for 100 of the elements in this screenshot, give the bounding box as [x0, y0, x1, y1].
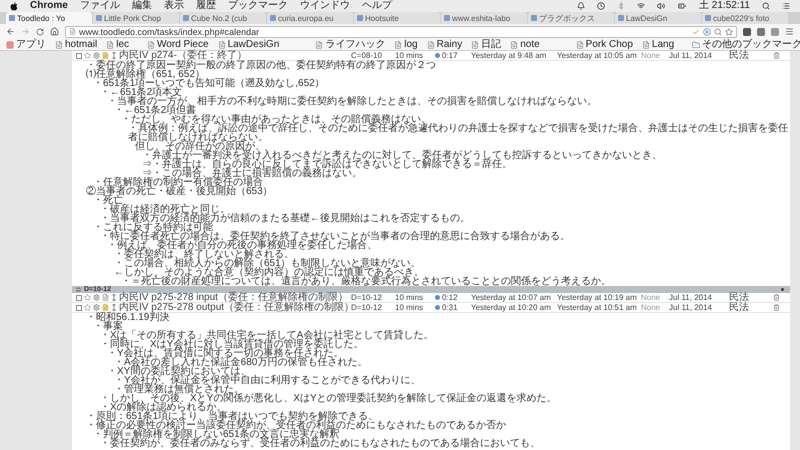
start-time-cell-text: Yesterday at 10:07 am — [471, 292, 552, 302]
trash-icon[interactable] — [773, 52, 780, 59]
note-icon[interactable] — [102, 294, 109, 301]
bookmark-link[interactable]: note — [510, 38, 540, 50]
menu-item[interactable]: ブックマーク — [228, 0, 288, 12]
checkbox[interactable] — [76, 52, 82, 58]
menu-item[interactable]: 編集 — [132, 0, 152, 12]
bookmark-link[interactable]: ライフハック — [315, 38, 386, 50]
favicon-icon — [531, 15, 537, 21]
tab-title: cube0229's foto — [713, 12, 770, 24]
collapse-icon[interactable] — [76, 287, 81, 292]
note-line: ・この場合、相続人からの解除（651）も制限しないと意味がない。 — [114, 259, 421, 268]
clock-icon[interactable] — [597, 2, 606, 10]
menu-item[interactable]: ウインドウ — [300, 0, 350, 12]
menu-clock[interactable]: 土 21:52:11 — [699, 0, 750, 12]
other-bookmarks[interactable]: その他のブックマーク — [692, 38, 800, 50]
menu-icon[interactable] — [785, 27, 794, 36]
bookmark-link[interactable]: Word Piece — [147, 38, 209, 50]
browser-tab[interactable]: Little Pork Chop — [93, 12, 179, 24]
trash-icon[interactable] — [773, 294, 780, 301]
bookmark-link[interactable]: lec — [106, 38, 130, 50]
browser-tab[interactable]: Cube No.2 (cub — [180, 12, 266, 24]
menu-item[interactable]: ファイル — [80, 0, 120, 12]
checkbox[interactable] — [76, 294, 82, 300]
home-button[interactable] — [50, 27, 59, 36]
gear-icon[interactable] — [93, 294, 100, 301]
note-line: ・特に委任者死亡の場合は、委任契約を終了させないことが当事者の合理的意思に合致する場合がある。 — [100, 232, 570, 241]
reload-button[interactable] — [36, 28, 44, 36]
star-icon[interactable] — [84, 304, 91, 311]
gear-icon[interactable] — [93, 52, 100, 59]
app-menu[interactable]: Chrome — [30, 0, 68, 12]
browser-tab[interactable]: LawDesiGn — [615, 12, 701, 24]
star-icon[interactable] — [84, 294, 91, 301]
note-line: ・事案 — [93, 322, 123, 331]
tag-cell-text: 民法 — [729, 302, 750, 312]
search-icon[interactable] — [762, 2, 770, 10]
apps-bookmark[interactable]: アプリ — [6, 37, 46, 52]
note-line: ・昭和56.1.19判決 — [86, 313, 170, 322]
back-button[interactable] — [6, 27, 15, 36]
wifi-icon[interactable] — [637, 2, 646, 10]
bookmark-link[interactable]: Rainy — [426, 38, 462, 50]
note-line: ・同時に、XはY会社に対し当該賃貸借の管理を委託した。 — [100, 340, 364, 349]
checkbox[interactable] — [76, 304, 82, 310]
task-title[interactable]: 内民IV p274-（委任：終了） — [119, 50, 351, 60]
task-title[interactable]: 内民IV p275-278 input（委任：任意解除権の制限） — [119, 292, 351, 302]
context-cell-text: D=10-12 — [351, 292, 383, 302]
page-icon — [218, 40, 226, 48]
note-line: ・A会社の差し入れた保証金680万円の保管も任された。 — [114, 358, 368, 367]
due-date-cell-text: Jul 11, 2014 — [669, 302, 713, 312]
bookmark-link[interactable]: Lang — [642, 38, 674, 50]
gear-icon[interactable] — [93, 304, 100, 311]
length-cell-text: 10 mins — [395, 302, 424, 312]
length-cell-text: 10 mins — [395, 50, 424, 60]
bluetooth-icon[interactable] — [617, 2, 626, 10]
browser-tab[interactable]: curia.europa.eu — [267, 12, 353, 24]
browser-tab[interactable]: Hootsuite — [354, 12, 440, 24]
drag-handle-icon[interactable] — [112, 52, 116, 59]
apple-logo-icon[interactable] — [10, 2, 18, 10]
browser-tab[interactable]: www.eshita-labo — [441, 12, 527, 24]
page-icon — [147, 40, 156, 48]
page-icon — [69, 28, 76, 35]
note-icon[interactable] — [102, 304, 109, 311]
bookmark-link[interactable]: Pork Chop — [576, 38, 633, 50]
tag-cell-text: 民法 — [729, 292, 750, 302]
length-cell-text: 10 mins — [395, 292, 424, 302]
star-icon[interactable] — [725, 28, 733, 36]
tab-title: curia.europa.eu — [278, 12, 334, 24]
bookmark-link[interactable]: 日記 — [471, 38, 502, 50]
note-icon[interactable] — [102, 52, 109, 59]
bookmark-link[interactable]: LawDesiGn — [218, 38, 280, 50]
favicon-icon — [357, 15, 363, 21]
drag-handle-icon[interactable] — [112, 304, 116, 311]
context-cell-text: D=10-12 — [351, 302, 383, 312]
note-line: ・修正の必要性の検討ー当該委任契約が、受任者の利益のためにもなされたものであるか否か — [86, 421, 506, 430]
timer-icon[interactable] — [435, 53, 440, 58]
bookmark-link[interactable]: log — [394, 38, 418, 50]
address-field[interactable]: www.toodledo.com/tasks/index.php#calendar — [65, 26, 737, 38]
play-icon[interactable] — [703, 28, 711, 36]
browser-tab[interactable]: Toodledo : Yo — [6, 12, 92, 24]
note-line: ・＝死亡後の財産処理については、遺言があり、厳格な要式行為とされていることとの関係をどう考えるか。 — [121, 277, 611, 286]
volume-icon[interactable] — [657, 2, 666, 10]
page-icon — [471, 40, 480, 48]
star-icon[interactable] — [84, 52, 91, 59]
note-line: ・←651条2項本文 — [100, 88, 182, 97]
browser-tab[interactable]: cube0229's foto — [702, 12, 788, 24]
trash-icon[interactable] — [773, 304, 780, 311]
drag-handle-icon[interactable] — [112, 294, 116, 301]
note-line: ・しかし、その後、XとYの関係が悪化し、XはYとの管理委託契約を解除して保証金の返還を求めた。 — [100, 394, 557, 403]
bell-icon[interactable] — [577, 2, 586, 10]
bookmark-link[interactable]: hotmail — [55, 38, 98, 50]
favicon-icon — [618, 15, 624, 21]
battery-icon[interactable] — [677, 2, 688, 10]
note-line: ②当事者の死亡・破産・後見開始（653） — [86, 187, 273, 196]
check-icon[interactable] — [692, 28, 700, 36]
task-title[interactable]: 内民IV p275-278 output（委任：任意解除権の制限） — [119, 302, 351, 312]
menu-item[interactable]: 表示 — [164, 0, 184, 12]
list-icon[interactable] — [782, 2, 790, 10]
page-icon — [55, 40, 63, 48]
menu-item[interactable]: 履歴 — [196, 0, 216, 12]
browser-tab[interactable]: ブラグボックス — [528, 12, 614, 24]
